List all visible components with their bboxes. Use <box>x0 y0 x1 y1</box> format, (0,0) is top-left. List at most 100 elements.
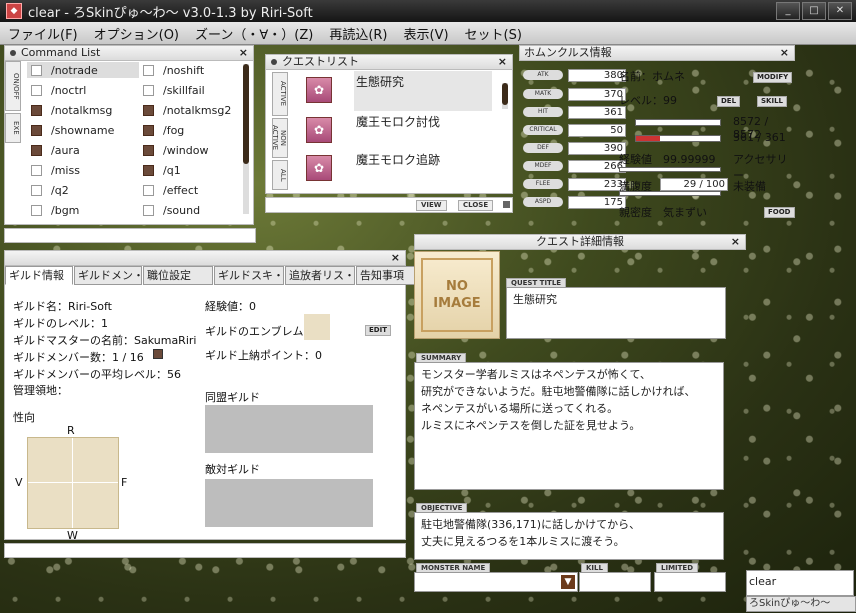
tab-guild-skills[interactable]: ギルドスキ・ <box>214 266 284 285</box>
tab-positions[interactable]: 職位設定 <box>143 266 213 285</box>
checkbox[interactable] <box>143 204 154 216</box>
menu-view[interactable]: 表示(V) <box>396 24 457 43</box>
command-label: /notrade <box>51 63 98 77</box>
checkbox[interactable] <box>143 184 154 196</box>
tab-all[interactable]: ALL <box>272 160 288 190</box>
chat-input[interactable]: clear <box>746 570 854 596</box>
command-item[interactable]: /notrade <box>27 62 139 78</box>
guild-input-bar[interactable] <box>4 543 406 558</box>
edit-emblem-button[interactable]: EDIT <box>365 325 391 336</box>
chevron-down-icon[interactable]: ▼ <box>561 575 575 589</box>
close-button[interactable]: ✕ <box>828 2 852 20</box>
checkbox[interactable] <box>31 84 42 96</box>
checkbox[interactable] <box>31 204 42 216</box>
quest-list-header[interactable]: クエストリスト × <box>266 55 512 70</box>
menu-set[interactable]: セット(S) <box>457 24 530 43</box>
tab-on-off[interactable]: ON/OFF <box>5 61 21 111</box>
checkbox[interactable] <box>31 144 42 156</box>
command-label: /notalkmsg2 <box>163 103 232 117</box>
resize-icon[interactable] <box>503 201 510 208</box>
command-item[interactable]: /noshift <box>139 62 239 78</box>
delete-button[interactable]: DEL <box>717 96 741 107</box>
command-input-bar[interactable] <box>4 228 256 243</box>
tab-exe[interactable]: EXE <box>5 113 21 143</box>
checkbox[interactable] <box>31 124 42 136</box>
command-item[interactable]: /fog <box>139 122 239 138</box>
command-item[interactable]: /q2 <box>27 182 139 198</box>
skill-button[interactable]: SKILL <box>757 96 787 107</box>
tab-guild-members[interactable]: ギルドメン・ <box>74 266 142 285</box>
stat-value: 175 <box>568 195 626 209</box>
command-item[interactable]: /notalkmsg2 <box>139 102 239 118</box>
quest-list-item[interactable]: ✿ 魔王モロク討伐 <box>292 111 514 151</box>
checkbox[interactable] <box>31 184 42 196</box>
minimize-button[interactable]: _ <box>776 2 800 20</box>
stat-matk: MATK 370 <box>523 87 626 101</box>
tab-notice[interactable]: 告知事項 <box>356 266 420 285</box>
checkbox[interactable] <box>143 124 154 136</box>
command-list-header[interactable]: Command List × <box>5 46 253 61</box>
tab-guild-info[interactable]: ギルド情報 <box>5 266 73 285</box>
checkbox[interactable] <box>143 64 154 76</box>
homunculus-header[interactable]: ホムンクルス情報 × <box>519 45 795 61</box>
summary-line: 研究ができないようだ。駐屯地警備隊に話しかければ、 <box>421 385 696 398</box>
maximize-button[interactable]: □ <box>802 2 826 20</box>
scrollbar[interactable] <box>502 83 508 109</box>
command-item[interactable]: /skillfail <box>139 82 239 98</box>
checkbox[interactable] <box>31 164 42 176</box>
modify-button[interactable]: MODIFY <box>753 72 793 83</box>
command-list-title: Command List <box>21 46 101 59</box>
close-icon[interactable]: × <box>391 251 400 265</box>
quest-list-item[interactable]: ✿ 生態研究 <box>292 71 514 111</box>
close-icon[interactable]: × <box>780 46 789 60</box>
food-button[interactable]: FOOD <box>764 207 795 218</box>
homunculus-name: 名前：ホムネ <box>619 70 685 83</box>
quest-detail-header[interactable]: クエスト詳細情報 × <box>414 234 746 250</box>
hostile-label: 敵対ギルド <box>205 463 260 476</box>
close-icon[interactable]: × <box>731 235 740 249</box>
command-item[interactable]: /window <box>139 142 239 158</box>
menu-options[interactable]: オプション(O) <box>86 24 187 43</box>
command-item[interactable]: /q1 <box>139 162 239 178</box>
stat-label: ATK <box>523 70 563 80</box>
menu-reload[interactable]: 再読込(R) <box>321 24 395 43</box>
view-button[interactable]: VIEW <box>416 200 447 211</box>
guild-header[interactable]: × <box>5 251 405 266</box>
tab-active[interactable]: ACTIVE <box>272 72 288 116</box>
checkbox[interactable] <box>143 164 154 176</box>
scrollbar-thumb[interactable] <box>243 64 249 164</box>
checkbox[interactable] <box>143 104 154 116</box>
scrollbar-thumb[interactable] <box>502 83 508 105</box>
objective-line: 駐屯地警備隊(336,171)に話しかけてから、 <box>421 518 641 531</box>
checkbox[interactable] <box>31 104 42 116</box>
checkbox[interactable] <box>143 144 154 156</box>
checkbox[interactable] <box>143 84 154 96</box>
command-item[interactable]: /showname <box>27 122 139 138</box>
axis-w: W <box>67 529 78 542</box>
stat-value: 380 <box>568 68 626 82</box>
command-label: /fog <box>163 123 185 137</box>
checkbox[interactable] <box>31 64 42 76</box>
command-item[interactable]: /effect <box>139 182 239 198</box>
command-item[interactable]: /notalkmsg <box>27 102 139 118</box>
objective-line: 丈夫に見えるつるを1本ルミスに渡そう。 <box>421 535 625 548</box>
close-icon[interactable]: × <box>239 46 248 60</box>
stat-value: 361 <box>568 105 626 119</box>
menu-zoom[interactable]: ズーン（・∀・）(Z) <box>187 24 321 43</box>
tab-non-active[interactable]: NON ACTIVE <box>271 118 288 158</box>
scrollbar[interactable] <box>243 64 249 214</box>
close-quest-list-button[interactable]: CLOSE <box>458 200 494 211</box>
monster-name-select[interactable]: ▼ <box>414 572 578 592</box>
skin-tab[interactable]: ろSkinぴゅ～わ～ <box>746 596 856 612</box>
command-item[interactable]: /aura <box>27 142 139 158</box>
close-icon[interactable]: × <box>498 55 507 69</box>
command-item[interactable]: /sound <box>139 202 239 218</box>
command-item[interactable]: /noctrl <box>27 82 139 98</box>
tab-expelled[interactable]: 追放者リス・ <box>285 266 355 285</box>
command-item[interactable]: /miss <box>27 162 139 178</box>
command-item[interactable]: /bgm <box>27 202 139 218</box>
menu-file[interactable]: ファイル(F) <box>0 24 86 43</box>
member-toggle-icon[interactable] <box>153 349 163 359</box>
command-label: /miss <box>51 163 80 177</box>
quest-list-item[interactable]: ✿ 魔王モロク追跡 <box>292 149 514 189</box>
